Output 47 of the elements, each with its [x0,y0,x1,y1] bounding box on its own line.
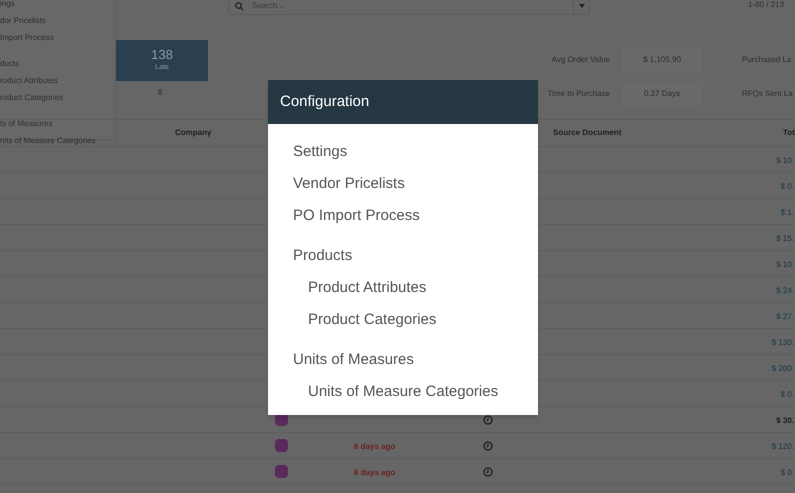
menu-item[interactable]: Units of Measure Categories [268,376,498,408]
column-header[interactable]: Tot [783,127,795,139]
total-cell: $ 10. [776,259,794,271]
total-cell: $ 27. [776,311,794,323]
menu-item[interactable]: roduct Attributes [0,72,115,89]
date-text: 6 days ago [354,467,396,479]
late-count: 138 [151,47,173,64]
clock-icon[interactable] [483,467,493,477]
total-cell: $ 0. [780,181,794,193]
stat-label: Time to Purchase [546,88,610,100]
date-text: 6 days ago [354,441,396,453]
menu-item[interactable]: Product Attributes [268,272,426,304]
total-cell: $ 10. [776,155,794,167]
menu-item[interactable]: Settings [268,136,348,168]
menu-item[interactable]: PO Import Process [268,200,420,232]
clock-icon[interactable] [483,415,493,425]
menu-item[interactable]: Units of Measures [268,344,414,376]
total-cell: $ 0. [780,389,794,401]
clock-icon[interactable] [483,441,493,451]
menu-item[interactable]: roduct Categories [0,89,115,106]
menu-item[interactable]: ducts [0,55,115,72]
dropdown-title: Configuration [280,92,370,112]
column-header[interactable]: Company [175,127,212,139]
menu-item[interactable]: Import Process [0,29,115,46]
pager-text: 1-80 / 213 [748,0,784,11]
menu-item[interactable]: ts of Measures [0,115,115,132]
search-icon [235,2,244,10]
stat-label: RFQs Sent La [742,88,793,100]
stat-label: Purchased La [742,54,792,66]
menu-item[interactable]: nits of Measure Categories [0,132,115,149]
total-cell: $ 24. [776,285,794,297]
total-cell: $ 1. [780,207,794,219]
total-cell: $ 0. [780,467,794,479]
menu-item[interactable]: dor Pricelists [0,12,115,29]
total-cell: $ 130. [772,337,794,349]
total-cell: $ 30. [776,415,794,427]
total-cell: $ 15. [776,233,794,245]
total-cell: $ 120. [772,441,794,453]
menu-item[interactable]: Vendor Pricelists [268,168,405,200]
menu-item[interactable]: Products [268,240,352,272]
caret-icon[interactable] [578,4,584,8]
count-text: 8 [158,87,162,99]
total-cell: $ 200. [772,363,794,375]
menu-item[interactable]: ings [0,0,115,12]
column-header[interactable]: Source Document [553,127,622,139]
stat-label: Avg Order Value [550,54,610,66]
menu-item[interactable]: Product Categories [268,304,436,336]
